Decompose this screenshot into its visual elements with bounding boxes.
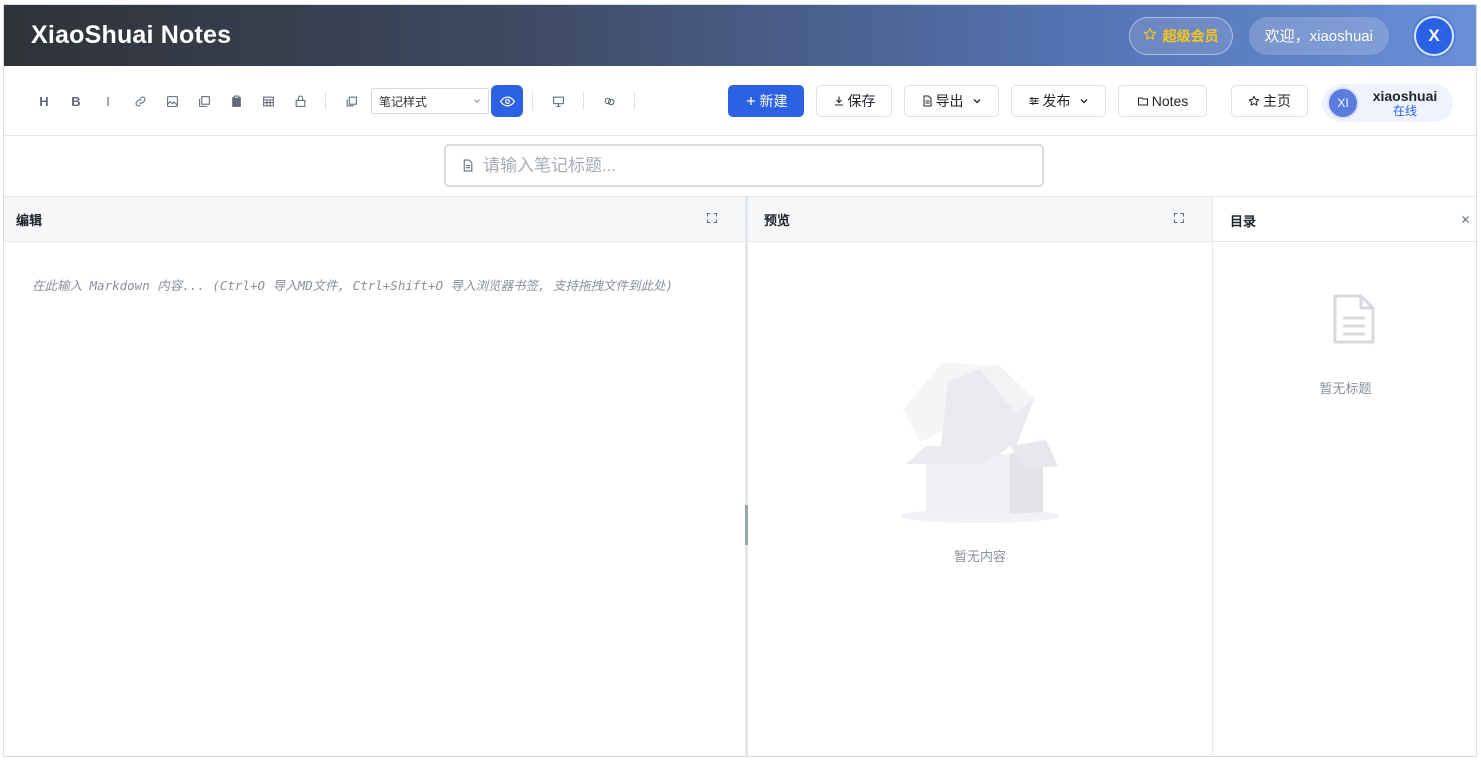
toolbar-divider [325,92,326,110]
empty-box-icon [900,362,1060,523]
table-icon [262,96,274,106]
vip-label: 超级会员 [1162,27,1219,44]
publish-label: 发布 [1042,93,1071,109]
markdown-editor-input[interactable] [4,242,745,756]
preview-pane-header: 预览 [748,197,1212,242]
editor-pane [4,242,745,756]
editor-pane-title: 编辑 [16,213,43,228]
chain-link-icon [604,97,614,105]
clipboard-button[interactable] [220,85,252,117]
toolbar-divider [532,92,533,110]
format-toolbar: H B I 笔记样式 [28,85,644,117]
code-block-button[interactable] [188,85,220,117]
italic-button[interactable]: I [92,85,124,117]
lock-button[interactable] [284,85,316,117]
image-icon [166,95,178,107]
folder-icon [1137,97,1148,106]
notes-button[interactable]: Notes [1118,85,1207,117]
chevron-down-icon [474,99,480,103]
chevron-down-icon [973,99,980,104]
lock-icon [295,95,305,107]
note-style-select[interactable]: 笔记样式 [371,88,489,114]
monitor-icon [552,96,564,107]
link-icon [135,96,145,106]
fullscreen-icon[interactable] [706,212,718,224]
close-icon[interactable] [1461,215,1470,224]
copy-stack-icon [198,95,210,107]
save-label: 保存 [847,93,876,109]
new-note-button[interactable]: 新建 [728,85,804,117]
toc-pane-title: 目录 [1230,214,1257,229]
chevron-down-icon [1080,99,1087,104]
notes-label: Notes [1151,93,1189,109]
action-toolbar: 新建 保存 导出 发布 Notes 主页 [728,85,1308,117]
toolbar-divider [583,92,584,110]
link-button[interactable] [124,85,156,117]
empty-document-icon [1333,294,1375,344]
home-button[interactable]: 主页 [1231,85,1308,117]
editor-toolbar: H B I 笔记样式 新建 保存 导出 发布 Notes 主页 XI xiaos… [4,66,1476,136]
toc-empty-text: 暂无标题 [1319,381,1372,396]
star-icon [1248,95,1260,106]
bold-button[interactable]: B [60,85,92,117]
user-status: 在线 [1392,103,1417,118]
note-style-value: 笔记样式 [379,94,428,109]
star-icon [1143,27,1157,44]
preview-empty-text: 暂无内容 [953,549,1006,564]
toolbar-divider [634,92,635,110]
editor-pane-header: 编辑 [4,197,745,242]
vip-badge-button[interactable]: 超级会员 [1128,16,1233,55]
table-button[interactable] [252,85,284,117]
preview-pane-title: 预览 [764,213,791,228]
new-note-label: 新建 [759,93,788,109]
download-icon [834,96,843,106]
toc-pane-header: 目录 [1212,197,1476,242]
welcome-message: 欢迎，xiaoshuai [1248,16,1389,55]
export-label: 导出 [935,93,964,109]
document-icon [463,159,473,172]
toc-pane: 暂无标题 [1212,242,1476,756]
preview-toggle-button[interactable] [491,85,523,117]
preview-pane: 暂无内容 [748,242,1212,756]
plus-icon [746,97,755,105]
duplicate-icon [346,96,357,106]
home-label: 主页 [1263,93,1291,109]
note-title-field[interactable] [444,144,1044,187]
document-icon [923,95,931,107]
title-row [4,136,1476,197]
export-dropdown-button[interactable]: 导出 [904,85,999,117]
save-button[interactable]: 保存 [816,85,892,117]
note-title-input[interactable] [483,155,1023,176]
fullscreen-icon[interactable] [1173,212,1185,224]
share-link-button[interactable] [593,85,625,117]
clipboard-icon [231,95,241,107]
header-avatar-button[interactable]: X [1414,15,1454,56]
duplicate-button[interactable] [335,85,367,117]
user-avatar: XI [1327,87,1359,119]
presentation-button[interactable] [542,85,574,117]
app-title: XiaoShuai Notes [31,21,232,49]
app-header: XiaoShuai Notes 超级会员 欢迎，xiaoshuai X [4,5,1476,66]
app-window: XiaoShuai Notes 超级会员 欢迎，xiaoshuai X H B … [3,4,1477,757]
publish-dropdown-button[interactable]: 发布 [1011,85,1106,117]
image-button[interactable] [156,85,188,117]
user-name: xiaoshuai [1372,87,1438,104]
heading-button[interactable]: H [28,85,60,117]
eye-icon [499,95,515,107]
user-profile-chip[interactable]: XI xiaoshuai 在线 [1322,84,1453,122]
sliders-icon [1029,97,1038,105]
